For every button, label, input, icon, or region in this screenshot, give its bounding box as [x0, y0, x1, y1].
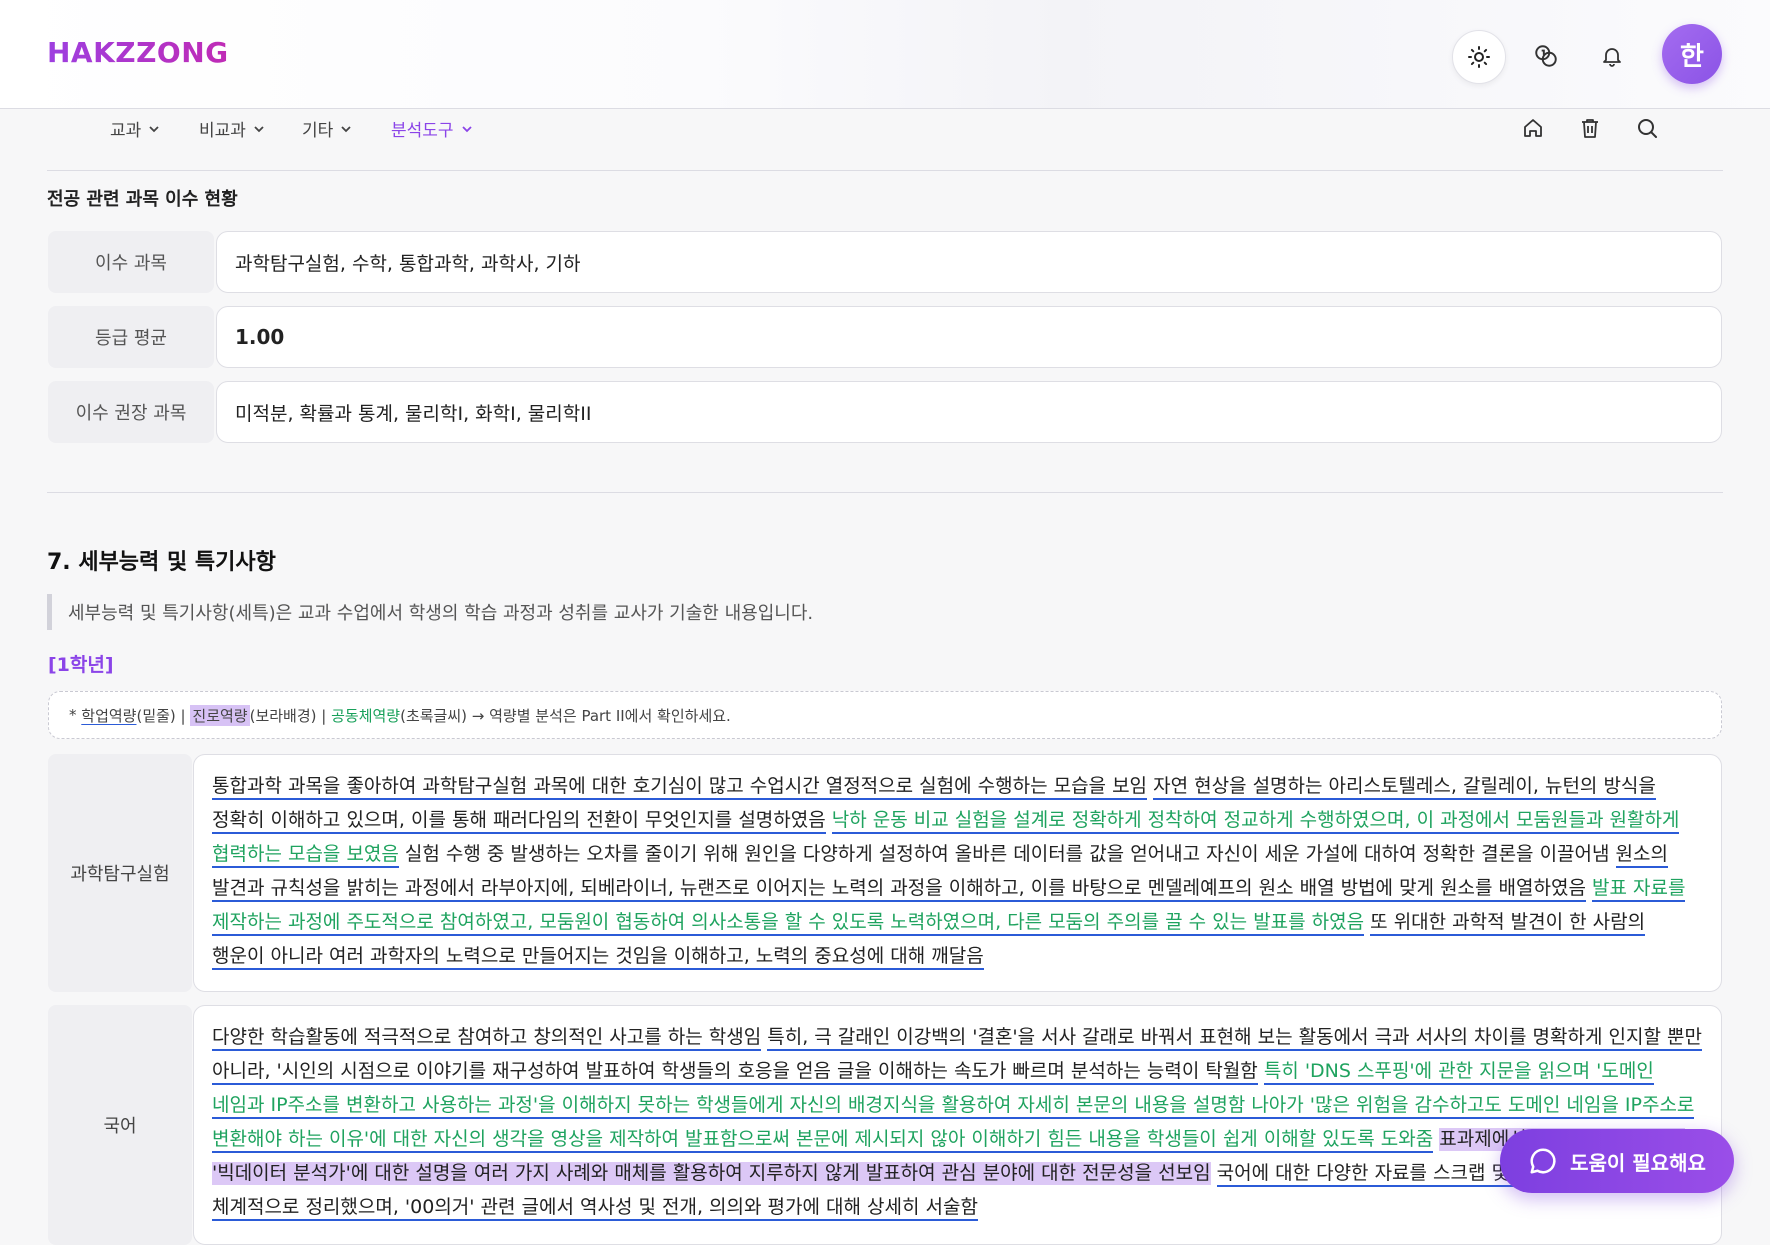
nav-item-label: 비교과	[199, 121, 246, 141]
nav-item-label: 교과	[110, 121, 142, 141]
nav-item-label: 기타	[302, 121, 334, 141]
legend-community-note: (초록글씨) → 역량별 분석은 Part II에서 확인하세요.	[400, 706, 731, 725]
nav-item-subject[interactable]: 교과	[110, 116, 161, 141]
description-text: 세부능력 및 특기사항(세특)은 교과 수업에서 학생의 학습 과정과 성취를 …	[68, 603, 814, 624]
row-label: 이수 권장 과목	[48, 381, 214, 443]
subject-remark-card: 다양한 학습활동에 적극적으로 참여하고 창의적인 사고를 하는 학생임 특히,…	[193, 1005, 1722, 1245]
nav-item-analysis-tools[interactable]: 분석도구	[391, 116, 474, 141]
trash-icon	[1582, 119, 1598, 138]
bell-icon	[1603, 48, 1621, 67]
chevron-down-icon	[254, 125, 264, 132]
sun-icon	[1468, 46, 1490, 68]
row-label: 등급 평균	[48, 306, 214, 368]
subject-name: 과학탐구실험	[48, 754, 192, 992]
points-button[interactable]	[1520, 30, 1572, 82]
completed-courses-value: 과학탐구실험, 수학, 통합과학, 과학사, 기하	[216, 231, 1722, 293]
coins-icon	[1535, 45, 1557, 67]
subject-remark-text: 다양한 학습활동에 적극적으로 참여하고 창의적인 사고를 하는 학생임 특히,…	[212, 1020, 1703, 1224]
legend-career: 진로역량	[190, 704, 250, 726]
divider	[47, 170, 1723, 171]
legend-community: 공동체역량	[331, 706, 401, 725]
logo[interactable]: HAKZZONG	[47, 36, 229, 69]
subject-remark-text: 통합과학 과목을 좋아하여 과학탐구실험 과목에 대한 호기심이 많고 수업시간…	[212, 769, 1703, 973]
help-button-label: 도움이 필요해요	[1570, 1150, 1706, 1175]
section-description: 세부능력 및 특기사항(세특)은 교과 수업에서 학생의 학습 과정과 성취를 …	[47, 594, 813, 630]
legend-academic: 학업역량	[81, 706, 137, 725]
section-heading: 7. 세부능력 및 특기사항	[47, 550, 276, 575]
chevron-down-icon	[341, 125, 351, 132]
remark-segment	[1258, 1060, 1264, 1083]
search-icon	[1638, 119, 1657, 138]
theme-toggle-button[interactable]	[1452, 30, 1506, 84]
section-title: 전공 관련 과목 이수 현황	[47, 189, 238, 210]
delete-button[interactable]	[1576, 114, 1604, 142]
remark-segment	[1211, 1162, 1217, 1185]
home-button[interactable]	[1519, 114, 1547, 142]
subject-remark-card: 통합과학 과목을 좋아하여 과학탐구실험 과목에 대한 호기심이 많고 수업시간…	[193, 754, 1722, 992]
grade-label: [1학년]	[48, 654, 114, 676]
legend-academic-note: (밑줄) |	[136, 706, 191, 725]
nav-item-extracurricular[interactable]: 비교과	[199, 116, 266, 141]
remark-segment	[826, 809, 832, 832]
remark-segment: 실험 수행 중 발생하는 오차를 줄이기 위해 원인을 다양하게 설정하여 올바…	[398, 843, 1616, 865]
chat-bubble-icon	[1530, 1148, 1556, 1174]
top-bar: HAKZZONG 한	[0, 0, 1770, 109]
recommended-courses-value: 미적분, 확률과 통계, 물리학I, 화학I, 물리학II	[216, 381, 1722, 443]
remark-segment: 다양한 학습활동에 적극적으로 참여하고 창의적인 사고를 하는 학생임	[212, 1026, 762, 1051]
help-button[interactable]: 도움이 필요해요	[1500, 1129, 1734, 1193]
nav-item-label: 분석도구	[391, 121, 454, 141]
row-label: 이수 과목	[48, 231, 214, 293]
subject-name: 국어	[48, 1005, 192, 1245]
legend-box: * 학업역량 (밑줄) | 진로역량 (보라배경) | 공동체역량 (초록글씨)…	[48, 691, 1722, 739]
remark-segment: 통합과학 과목을 좋아하여 과학탐구실험 과목에 대한 호기심이 많고 수업시간…	[212, 775, 1148, 800]
legend-career-note: (보라배경) |	[249, 706, 332, 725]
grade-average-value: 1.00	[216, 306, 1722, 368]
divider	[47, 492, 1723, 493]
notification-button[interactable]	[1586, 30, 1638, 82]
chevron-down-icon	[461, 125, 472, 132]
avatar[interactable]: 한	[1662, 24, 1722, 84]
legend-prefix: *	[69, 706, 82, 724]
home-icon	[1524, 119, 1542, 137]
nav-item-etc[interactable]: 기타	[302, 116, 353, 141]
chevron-down-icon	[149, 125, 159, 132]
search-button[interactable]	[1633, 114, 1661, 142]
